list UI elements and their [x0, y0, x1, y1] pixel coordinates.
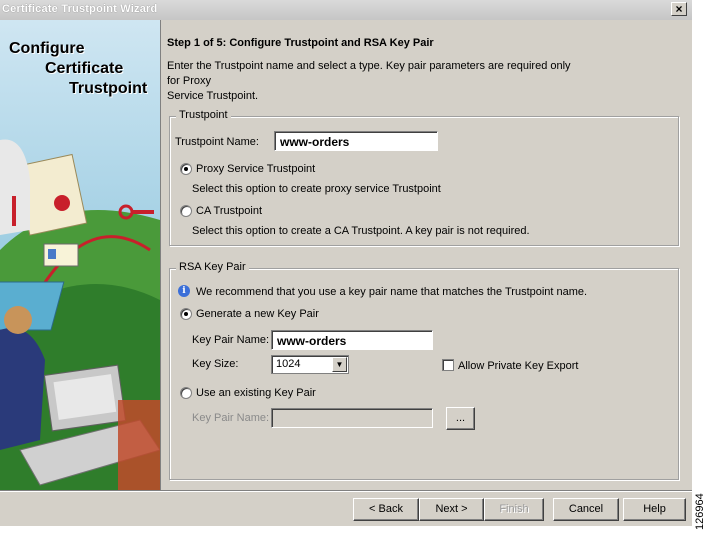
info-icon: i: [178, 285, 190, 297]
allow-export-checkbox[interactable]: [442, 359, 454, 371]
side-title-line3: Trustpoint: [69, 80, 148, 97]
wizard-window: Certificate Trustpoint Wizard × Configur…: [0, 0, 692, 526]
rsa-info-text: We recommend that you use a key pair nam…: [196, 286, 588, 298]
key-pair-name-label: Key Pair Name:: [192, 334, 270, 346]
use-existing-key-pair-label[interactable]: Use an existing Key Pair: [196, 387, 316, 399]
intro-line1: Enter the Trustpoint name and select a t…: [167, 60, 571, 72]
close-icon[interactable]: ×: [671, 2, 687, 16]
rsa-legend: RSA Key Pair: [176, 261, 249, 273]
title-bar: Certificate Trustpoint Wizard ×: [0, 0, 692, 21]
ca-trustpoint-radio[interactable]: [180, 205, 192, 217]
trustpoint-legend: Trustpoint: [176, 109, 231, 121]
content-panel: Step 1 of 5: Configure Trustpoint and RS…: [161, 20, 692, 490]
cancel-button[interactable]: Cancel: [553, 498, 619, 521]
proxy-trustpoint-label[interactable]: Proxy Service Trustpoint: [196, 163, 315, 175]
key-size-select[interactable]: 1024 ▼: [271, 355, 349, 374]
proxy-trustpoint-radio[interactable]: [180, 163, 192, 175]
ca-trustpoint-label[interactable]: CA Trustpoint: [196, 205, 262, 217]
trustpoint-name-label: Trustpoint Name:: [175, 136, 259, 148]
key-size-label: Key Size:: [192, 358, 239, 370]
help-button[interactable]: Help: [623, 498, 686, 521]
generate-key-pair-label[interactable]: Generate a new Key Pair: [196, 308, 319, 320]
intro-line2: for Proxy: [167, 75, 212, 87]
rsa-key-pair-group: RSA Key Pair i We recommend that you use…: [169, 261, 679, 480]
key-pair-name-input[interactable]: www-orders: [271, 330, 433, 350]
figure-number: 126964: [694, 493, 706, 530]
trustpoint-group: Trustpoint Trustpoint Name: www-orders P…: [169, 109, 679, 246]
back-button[interactable]: < Back: [353, 498, 419, 521]
next-button[interactable]: Next >: [419, 498, 484, 521]
use-existing-key-pair-radio[interactable]: [180, 387, 192, 399]
existing-key-pair-name-input[interactable]: [271, 408, 433, 428]
button-bar-separator: [0, 490, 692, 491]
proxy-trustpoint-desc: Select this option to create proxy servi…: [192, 183, 441, 195]
chevron-down-icon[interactable]: ▼: [332, 357, 347, 372]
ca-trustpoint-desc: Select this option to create a CA Trustp…: [192, 225, 530, 237]
generate-key-pair-radio[interactable]: [180, 308, 192, 320]
side-title-line1: Configure: [9, 40, 85, 57]
figure-margin: [692, 0, 709, 534]
key-size-value: 1024: [276, 358, 301, 370]
step-title: Step 1 of 5: Configure Trustpoint and RS…: [167, 37, 434, 49]
finish-button[interactable]: Finish: [484, 498, 544, 521]
intro-text: Enter the Trustpoint name and select a t…: [167, 59, 587, 104]
window-title: Certificate Trustpoint Wizard: [2, 3, 158, 15]
trustpoint-name-input[interactable]: www-orders: [274, 131, 438, 151]
existing-key-pair-name-label: Key Pair Name:: [192, 412, 270, 424]
side-panel: Configure Certificate Trustpoint: [0, 20, 160, 490]
allow-export-label[interactable]: Allow Private Key Export: [458, 360, 578, 372]
intro-line3: Service Trustpoint.: [167, 90, 259, 102]
browse-button[interactable]: ...: [446, 407, 475, 430]
side-title-line2: Certificate: [45, 60, 124, 77]
